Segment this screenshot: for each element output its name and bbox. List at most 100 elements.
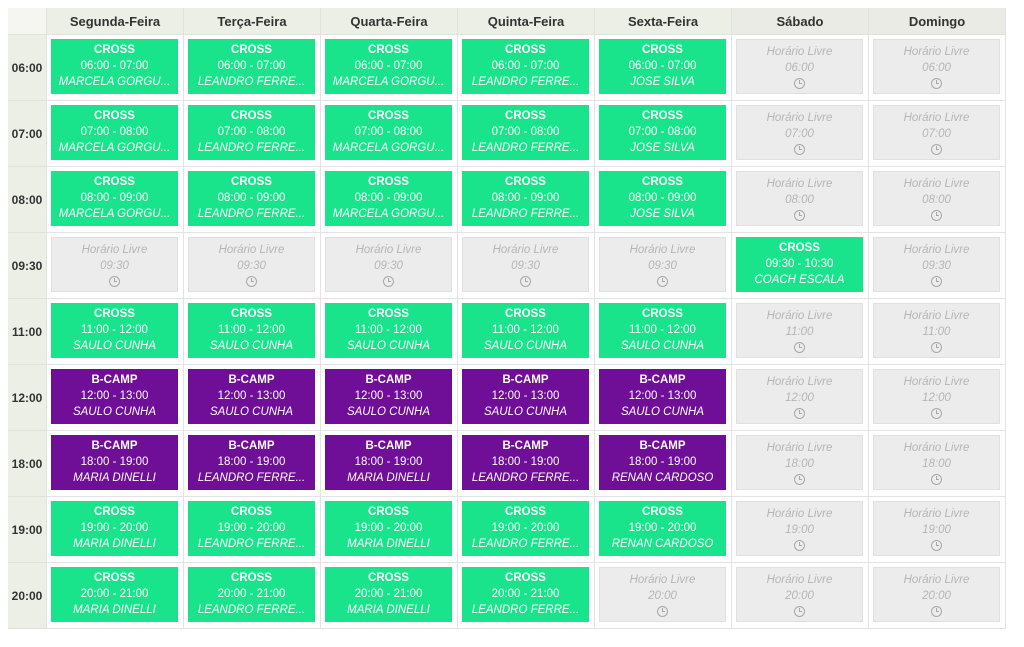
class-card-cross[interactable]: CROSS 06:00 - 07:00 MARCELA GORGU... <box>51 39 178 94</box>
free-slot[interactable]: Horário Livre 09:30 <box>873 237 1000 292</box>
class-hours: 20:00 - 21:00 <box>80 588 149 600</box>
class-card-cross[interactable]: CROSS 06:00 - 07:00 LEANDRO FERRE... <box>462 39 589 94</box>
class-card-cross[interactable]: CROSS 20:00 - 21:00 MARIA DINELLI <box>51 567 178 622</box>
class-card-bcamp[interactable]: B-CAMP 12:00 - 13:00 SAULO CUNHA <box>51 369 178 424</box>
class-hours: 11:00 - 12:00 <box>355 324 422 336</box>
free-slot[interactable]: Horário Livre 20:00 <box>736 567 863 622</box>
free-slot[interactable]: Horário Livre 07:00 <box>736 105 863 160</box>
free-slot[interactable]: Horário Livre 12:00 <box>873 369 1000 424</box>
free-slot-label: Horário Livre <box>903 45 970 58</box>
free-slot[interactable]: Horário Livre 07:00 <box>873 105 1000 160</box>
class-card-cross[interactable]: CROSS 08:00 - 09:00 JOSE SILVA <box>599 171 726 226</box>
time-row: 08:00 CROSS 08:00 - 09:00 MARCELA GORGU... C… <box>8 167 1006 233</box>
instructor-name: COACH ESCALA <box>754 274 845 286</box>
free-slot[interactable]: Horário Livre 09:30 <box>325 237 452 292</box>
class-card-cross[interactable]: CROSS 19:00 - 20:00 LEANDRO FERRE... <box>462 501 589 556</box>
clock-icon <box>794 605 805 617</box>
class-hours: 19:00 - 20:00 <box>491 522 560 534</box>
free-slot[interactable]: Horário Livre 09:30 <box>462 237 589 292</box>
class-card-cross[interactable]: CROSS 06:00 - 07:00 MARCELA GORGU... <box>325 39 452 94</box>
class-card-cross[interactable]: CROSS 07:00 - 08:00 LEANDRO FERRE... <box>462 105 589 160</box>
class-card-cross[interactable]: CROSS 19:00 - 20:00 LEANDRO FERRE... <box>188 501 315 556</box>
class-card-cross[interactable]: CROSS 09:30 - 10:30 COACH ESCALA <box>736 237 863 292</box>
free-slot-label: Horário Livre <box>766 375 833 388</box>
schedule-cell: CROSS 11:00 - 12:00 SAULO CUNHA <box>595 299 732 365</box>
free-slot[interactable]: Horário Livre 20:00 <box>873 567 1000 622</box>
class-card-bcamp[interactable]: B-CAMP 18:00 - 19:00 RENAN CARDOSO <box>599 435 726 490</box>
free-slot[interactable]: Horário Livre 18:00 <box>873 435 1000 490</box>
schedule-cell: CROSS 19:00 - 20:00 LEANDRO FERRE... <box>458 497 595 563</box>
instructor-name: LEANDRO FERRE... <box>197 538 306 550</box>
class-card-bcamp[interactable]: B-CAMP 12:00 - 13:00 SAULO CUNHA <box>188 369 315 424</box>
class-card-bcamp[interactable]: B-CAMP 18:00 - 19:00 MARIA DINELLI <box>325 435 452 490</box>
day-header: Sábado <box>732 8 869 35</box>
free-slot[interactable]: Horário Livre 08:00 <box>873 171 1000 226</box>
class-hours: 07:00 - 08:00 <box>217 126 286 138</box>
free-slot[interactable]: Horário Livre 09:30 <box>599 237 726 292</box>
slot-time: 11:00 <box>785 325 814 338</box>
schedule-cell: CROSS 19:00 - 20:00 MARIA DINELLI <box>47 497 184 563</box>
slot-time: 20:00 <box>785 589 814 602</box>
schedule-cell: Horário Livre 20:00 <box>732 563 869 629</box>
free-slot[interactable]: Horário Livre 11:00 <box>873 303 1000 358</box>
class-card-cross[interactable]: CROSS 11:00 - 12:00 SAULO CUNHA <box>599 303 726 358</box>
class-card-bcamp[interactable]: B-CAMP 18:00 - 19:00 LEANDRO FERRE... <box>188 435 315 490</box>
class-card-cross[interactable]: CROSS 07:00 - 08:00 MARCELA GORGU... <box>51 105 178 160</box>
class-card-cross[interactable]: CROSS 19:00 - 20:00 RENAN CARDOSO <box>599 501 726 556</box>
class-title: CROSS <box>94 44 135 56</box>
class-card-cross[interactable]: CROSS 19:00 - 20:00 MARIA DINELLI <box>325 501 452 556</box>
class-card-bcamp[interactable]: B-CAMP 12:00 - 13:00 SAULO CUNHA <box>462 369 589 424</box>
class-card-cross[interactable]: CROSS 20:00 - 21:00 LEANDRO FERRE... <box>462 567 589 622</box>
free-slot[interactable]: Horário Livre 19:00 <box>736 501 863 556</box>
free-slot[interactable]: Horário Livre 11:00 <box>736 303 863 358</box>
free-slot-label: Horário Livre <box>766 441 833 454</box>
class-card-bcamp[interactable]: B-CAMP 12:00 - 13:00 SAULO CUNHA <box>599 369 726 424</box>
slot-time: 09:30 <box>100 259 129 272</box>
class-card-bcamp[interactable]: B-CAMP 12:00 - 13:00 SAULO CUNHA <box>325 369 452 424</box>
class-card-cross[interactable]: CROSS 19:00 - 20:00 MARIA DINELLI <box>51 501 178 556</box>
class-card-cross[interactable]: CROSS 20:00 - 21:00 MARIA DINELLI <box>325 567 452 622</box>
free-slot[interactable]: Horário Livre 08:00 <box>736 171 863 226</box>
class-card-cross[interactable]: CROSS 06:00 - 07:00 JOSE SILVA <box>599 39 726 94</box>
class-card-cross[interactable]: CROSS 11:00 - 12:00 SAULO CUNHA <box>462 303 589 358</box>
class-title: B-CAMP <box>228 374 275 386</box>
instructor-name: LEANDRO FERRE... <box>471 538 580 550</box>
class-card-cross[interactable]: CROSS 11:00 - 12:00 SAULO CUNHA <box>325 303 452 358</box>
free-slot[interactable]: Horário Livre 09:30 <box>51 237 178 292</box>
instructor-name: RENAN CARDOSO <box>611 538 714 550</box>
free-slot[interactable]: Horário Livre 19:00 <box>873 501 1000 556</box>
clock-icon <box>109 275 120 287</box>
class-card-cross[interactable]: CROSS 11:00 - 12:00 SAULO CUNHA <box>51 303 178 358</box>
class-title: CROSS <box>642 308 683 320</box>
class-card-bcamp[interactable]: B-CAMP 18:00 - 19:00 LEANDRO FERRE... <box>462 435 589 490</box>
class-card-cross[interactable]: CROSS 11:00 - 12:00 SAULO CUNHA <box>188 303 315 358</box>
header-row: Segunda-Feira Terça-Feira Quarta-Feira Q… <box>8 8 1006 35</box>
class-card-cross[interactable]: CROSS 08:00 - 09:00 MARCELA GORGU... <box>325 171 452 226</box>
class-card-bcamp[interactable]: B-CAMP 18:00 - 19:00 MARIA DINELLI <box>51 435 178 490</box>
clock-icon <box>657 275 668 287</box>
schedule-cell: CROSS 11:00 - 12:00 SAULO CUNHA <box>458 299 595 365</box>
free-slot[interactable]: Horário Livre 12:00 <box>736 369 863 424</box>
class-card-cross[interactable]: CROSS 07:00 - 08:00 JOSE SILVA <box>599 105 726 160</box>
class-title: B-CAMP <box>91 440 138 452</box>
free-slot[interactable]: Horário Livre 09:30 <box>188 237 315 292</box>
class-card-cross[interactable]: CROSS 08:00 - 09:00 LEANDRO FERRE... <box>188 171 315 226</box>
free-slot[interactable]: Horário Livre 18:00 <box>736 435 863 490</box>
day-header: Quarta-Feira <box>321 8 458 35</box>
class-card-cross[interactable]: CROSS 07:00 - 08:00 LEANDRO FERRE... <box>188 105 315 160</box>
class-card-cross[interactable]: CROSS 06:00 - 07:00 LEANDRO FERRE... <box>188 39 315 94</box>
class-title: CROSS <box>94 110 135 122</box>
free-slot[interactable]: Horário Livre 20:00 <box>599 567 726 622</box>
class-card-cross[interactable]: CROSS 08:00 - 09:00 MARCELA GORGU... <box>51 171 178 226</box>
class-card-cross[interactable]: CROSS 20:00 - 21:00 LEANDRO FERRE... <box>188 567 315 622</box>
schedule-cell: Horário Livre 18:00 <box>732 431 869 497</box>
instructor-name: JOSE SILVA <box>630 142 695 154</box>
time-row: 06:00 CROSS 06:00 - 07:00 MARCELA GORGU... C… <box>8 35 1006 101</box>
schedule-cell: Horário Livre 07:00 <box>732 101 869 167</box>
free-slot[interactable]: Horário Livre 06:00 <box>873 39 1000 94</box>
free-slot[interactable]: Horário Livre 06:00 <box>736 39 863 94</box>
class-card-cross[interactable]: CROSS 07:00 - 08:00 MARCELA GORGU... <box>325 105 452 160</box>
class-card-cross[interactable]: CROSS 08:00 - 09:00 LEANDRO FERRE... <box>462 171 589 226</box>
class-title: CROSS <box>505 308 546 320</box>
class-title: CROSS <box>779 242 820 254</box>
